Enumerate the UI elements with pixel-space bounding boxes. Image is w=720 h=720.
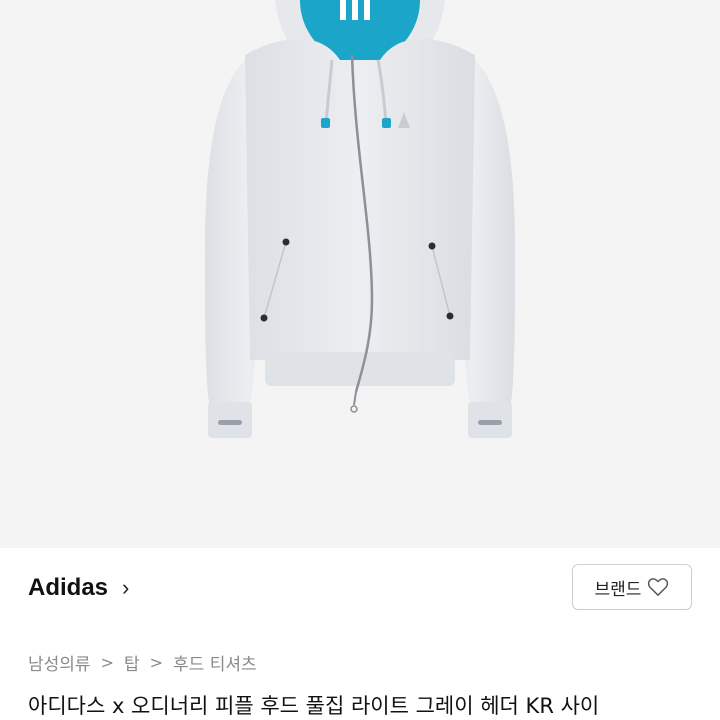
breadcrumb-separator: > <box>149 653 164 672</box>
brand-follow-button[interactable]: 브랜드 <box>572 564 692 610</box>
breadcrumb-item-men-clothing[interactable]: 남성의류 <box>28 650 91 675</box>
product-image[interactable] <box>0 0 720 548</box>
heart-outline-icon <box>648 578 669 596</box>
chevron-right-icon: › <box>122 575 130 600</box>
hoodie-photo <box>205 0 515 438</box>
breadcrumb: 남성의류 > 탑 > 후드 티셔츠 <box>28 650 257 675</box>
brand-name-label: Adidas <box>28 574 109 601</box>
breadcrumb-separator: > <box>100 653 114 672</box>
brand-row: Adidas › 브랜드 <box>0 548 720 632</box>
breadcrumb-item-top[interactable]: 탑 <box>124 650 140 675</box>
hoodie-body <box>245 38 475 360</box>
product-title: 아디다스 x 오디너리 피플 후드 풀집 라이트 그레이 헤더 KR 사이 <box>28 694 600 718</box>
brand-follow-label: 브랜드 <box>594 579 642 600</box>
brand-link[interactable]: Adidas › <box>28 574 129 602</box>
breadcrumb-item-hoodie[interactable]: 후드 티셔츠 <box>173 650 257 675</box>
